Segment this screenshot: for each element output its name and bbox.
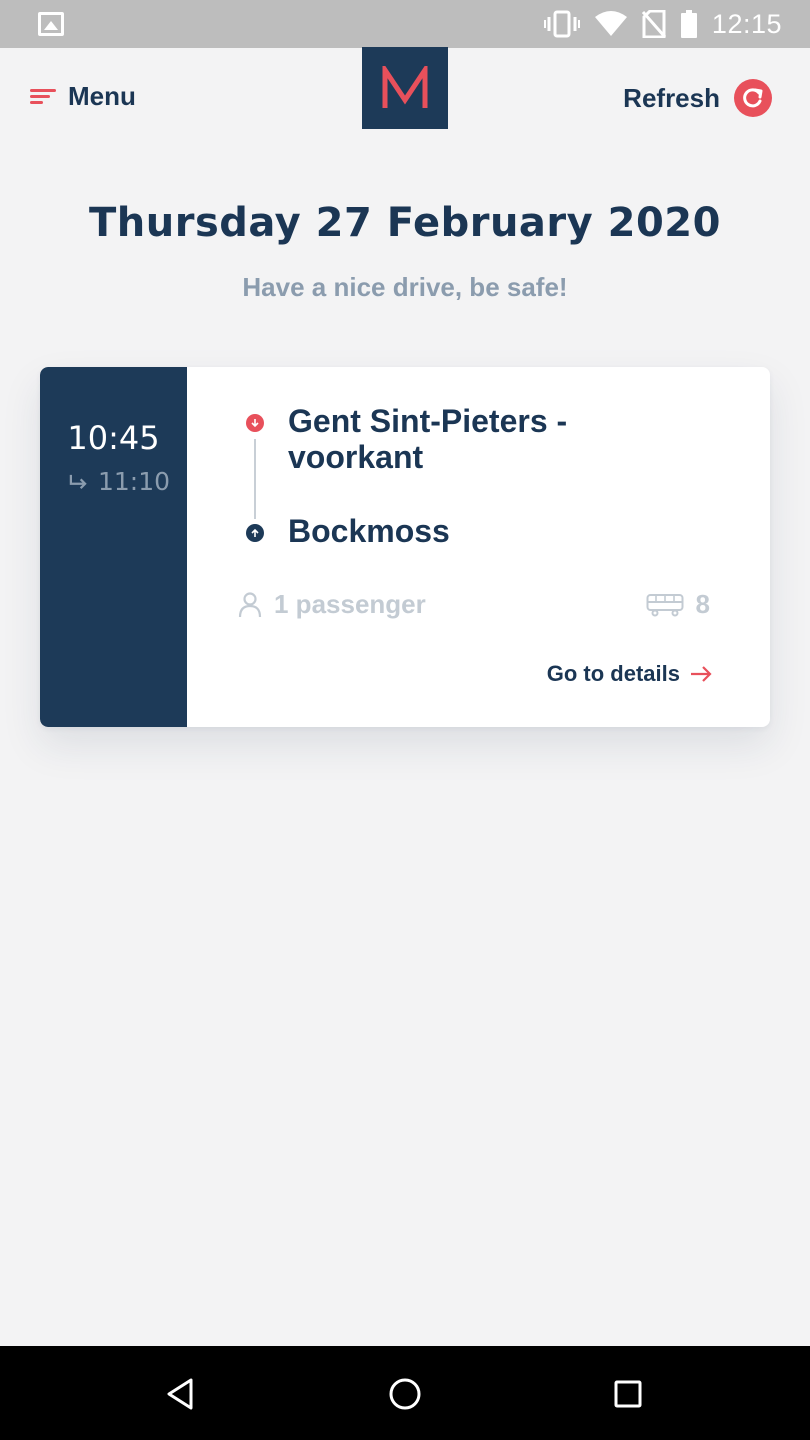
wifi-icon xyxy=(594,11,627,36)
menu-button[interactable]: Menu xyxy=(30,76,136,116)
pickup-icon xyxy=(246,414,264,432)
recents-icon[interactable] xyxy=(608,1374,648,1414)
greeting-subtitle: Have a nice drive, be safe! xyxy=(242,272,568,302)
menu-label: Menu xyxy=(68,80,136,111)
bus-icon xyxy=(646,593,684,616)
status-time: 12:15 xyxy=(711,8,782,39)
menu-icon xyxy=(30,89,56,104)
navigation-bar xyxy=(0,1346,810,1440)
ride-card[interactable]: 10:45 11:10 Gent Sint-Pieters - voorkant… xyxy=(40,367,770,727)
vibrate-icon xyxy=(543,10,580,38)
arrow-turn-icon xyxy=(69,474,87,489)
status-icons: 12:15 xyxy=(543,6,782,42)
pickup-stop-name: Gent Sint-Pieters - voorkant xyxy=(288,403,568,475)
refresh-label: Refresh xyxy=(623,82,720,113)
status-bar: 12:15 xyxy=(0,0,810,48)
person-icon xyxy=(238,591,262,617)
go-to-details-link[interactable]: Go to details xyxy=(547,661,712,687)
image-icon xyxy=(38,12,64,36)
arrival-time-row: 11:10 xyxy=(68,467,170,496)
details-label: Go to details xyxy=(546,661,680,686)
departure-time: 10:45 xyxy=(67,419,160,457)
no-sim-icon xyxy=(641,10,666,38)
dropoff-stop-name: Bockmoss xyxy=(288,513,450,549)
date-title: Thursday 27 February 2020 xyxy=(89,200,721,246)
battery-icon xyxy=(680,10,697,38)
time-panel: 10:45 11:10 xyxy=(40,367,187,727)
logo-m-icon xyxy=(382,66,428,108)
passenger-label: 1 passenger xyxy=(274,589,426,619)
refresh-button[interactable]: Refresh xyxy=(623,76,772,120)
app-logo xyxy=(362,47,448,129)
refresh-icon xyxy=(734,79,772,117)
arrow-right-icon xyxy=(691,666,712,682)
vehicle-capacity: 8 xyxy=(646,589,710,620)
back-icon[interactable] xyxy=(160,1374,200,1414)
route-line xyxy=(254,439,256,519)
dropoff-icon xyxy=(246,524,264,542)
arrival-time: 11:10 xyxy=(98,467,171,496)
vehicle-seats: 8 xyxy=(695,589,710,619)
passenger-count: 1 passenger xyxy=(238,589,426,620)
home-icon[interactable] xyxy=(385,1374,425,1414)
